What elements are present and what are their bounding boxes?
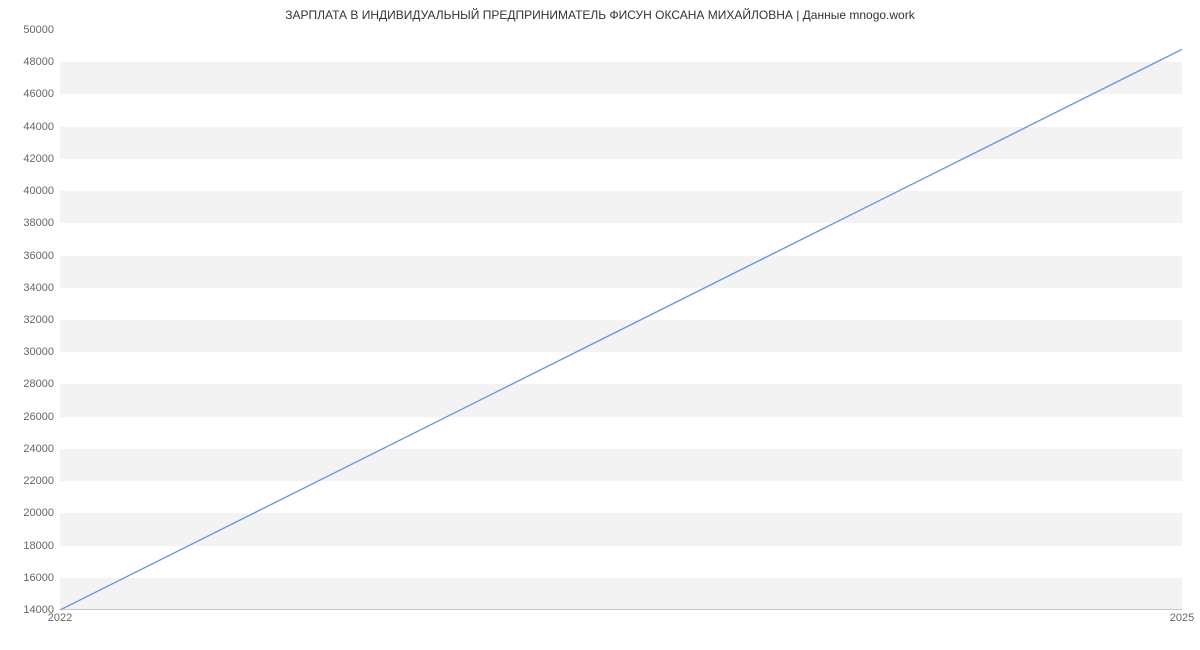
y-tick-label: 42000 bbox=[12, 153, 54, 165]
x-tick-label: 2025 bbox=[1170, 612, 1194, 624]
y-tick-label: 24000 bbox=[12, 443, 54, 455]
y-tick-label: 48000 bbox=[12, 56, 54, 68]
y-tick-label: 46000 bbox=[12, 88, 54, 100]
y-tick-label: 22000 bbox=[12, 475, 54, 487]
y-tick-label: 16000 bbox=[12, 572, 54, 584]
y-tick-label: 34000 bbox=[12, 282, 54, 294]
y-tick-label: 40000 bbox=[12, 185, 54, 197]
chart-area: 1400016000180002000022000240002600028000… bbox=[60, 30, 1182, 610]
y-tick-label: 18000 bbox=[12, 540, 54, 552]
x-tick-label: 2022 bbox=[48, 612, 72, 624]
y-tick-label: 36000 bbox=[12, 250, 54, 262]
y-tick-label: 28000 bbox=[12, 378, 54, 390]
y-tick-label: 20000 bbox=[12, 507, 54, 519]
line-series bbox=[60, 30, 1182, 610]
y-tick-label: 26000 bbox=[12, 411, 54, 423]
y-tick-label: 50000 bbox=[12, 24, 54, 36]
y-tick-label: 32000 bbox=[12, 314, 54, 326]
chart-title: ЗАРПЛАТА В ИНДИВИДУАЛЬНЫЙ ПРЕДПРИНИМАТЕЛ… bbox=[0, 0, 1200, 22]
y-tick-label: 44000 bbox=[12, 121, 54, 133]
y-tick-label: 30000 bbox=[12, 346, 54, 358]
y-tick-label: 38000 bbox=[12, 217, 54, 229]
